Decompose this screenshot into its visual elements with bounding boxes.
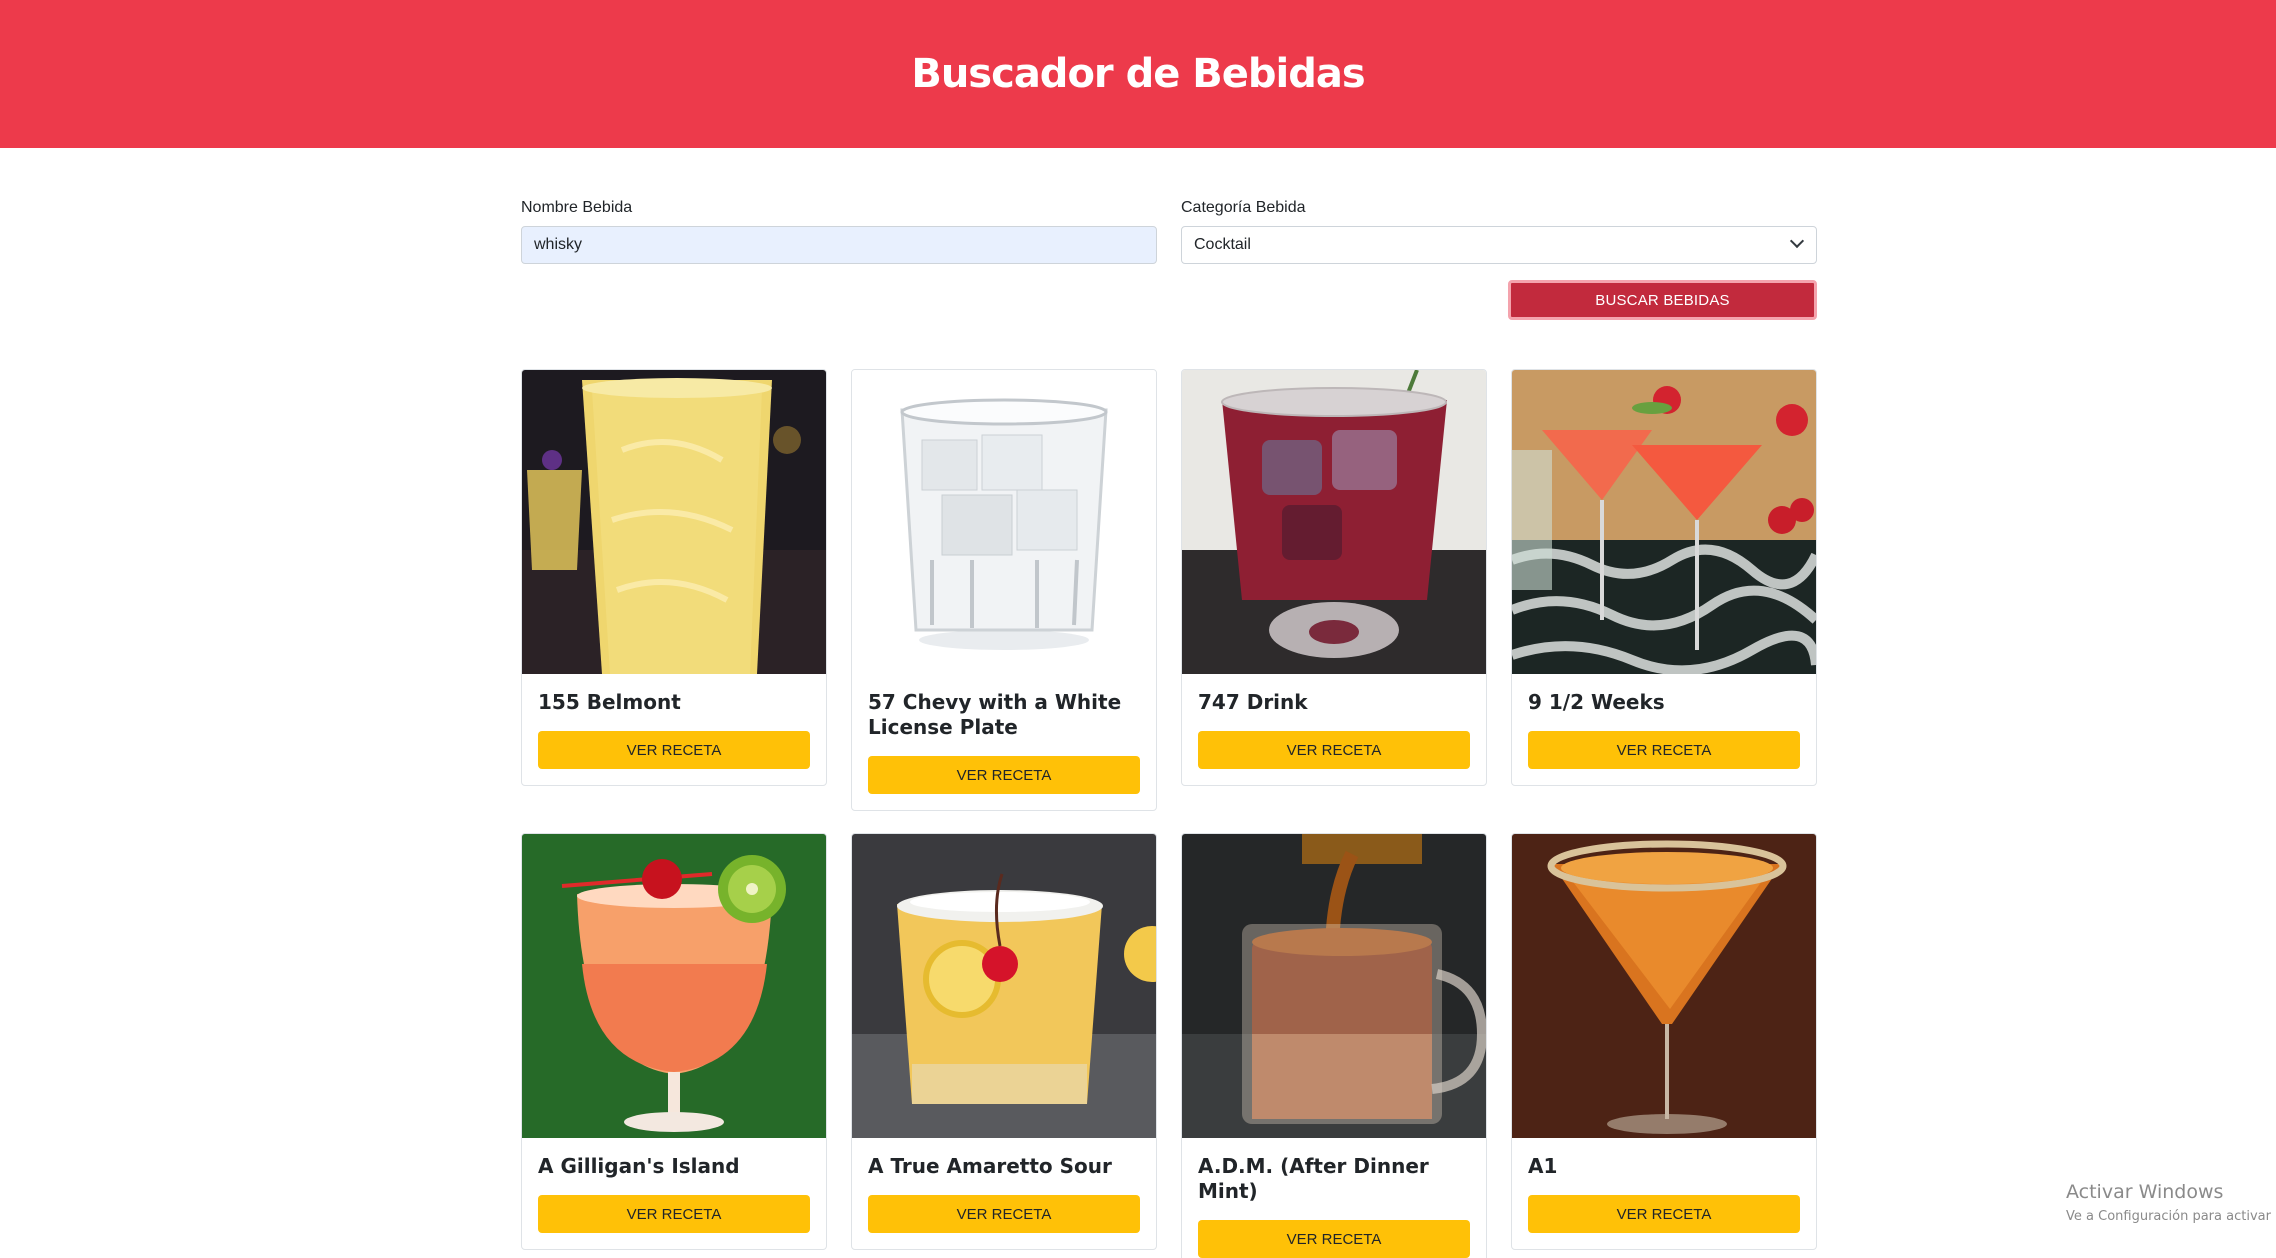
view-recipe-button[interactable]: Ver Receta [868,756,1140,794]
name-field: Nombre Bebida [521,196,1157,264]
drink-image [522,370,826,674]
view-recipe-button[interactable]: Ver Receta [538,1195,810,1233]
drink-name: 57 Chevy with a White License Plate [868,690,1122,739]
watermark-title: Activar Windows [2066,1181,2224,1203]
drink-name: 747 Drink [1198,690,1308,714]
drink-name: A True Amaretto Sour [868,1154,1112,1178]
view-recipe-button[interactable]: Ver Receta [1528,1195,1800,1233]
category-label: Categoría Bebida [1181,199,1306,216]
category-field: Categoría Bebida Cocktail [1181,196,1817,264]
drink-card: A.D.M. (After Dinner Mint) Ver Receta [1181,833,1487,1258]
drink-name-input[interactable] [521,226,1157,264]
drink-card: 9 1/2 Weeks Ver Receta [1511,369,1817,786]
drink-name: A.D.M. (After Dinner Mint) [1198,1154,1429,1203]
drink-name: A1 [1528,1154,1558,1178]
drink-image [1182,834,1486,1138]
drink-image [1512,370,1816,674]
view-recipe-button[interactable]: Ver Receta [1198,731,1470,769]
page-title: Buscador de Bebidas [911,51,1365,97]
drink-card: 747 Drink Ver Receta [1181,369,1487,786]
view-recipe-button[interactable]: Ver Receta [538,731,810,769]
category-select[interactable]: Cocktail [1181,226,1817,264]
drink-image [852,834,1156,1138]
drink-name: A Gilligan's Island [538,1154,740,1178]
drink-name: 155 Belmont [538,690,681,714]
category-selected-value: Cocktail [1194,236,1251,253]
drink-card: 57 Chevy with a White License Plate Ver … [851,369,1157,811]
name-label: Nombre Bebida [521,199,633,216]
view-recipe-button[interactable]: Ver Receta [868,1195,1140,1233]
drink-image [852,370,1156,674]
drink-image [1512,834,1816,1138]
watermark-subtitle: Ve a Configuración para activar [2066,1209,2271,1224]
drink-card: A1 Ver Receta [1511,833,1817,1250]
drink-card: A Gilligan's Island Ver Receta [521,833,827,1250]
view-recipe-button[interactable]: Ver Receta [1528,731,1800,769]
drink-image [1182,370,1486,674]
view-recipe-button[interactable]: Ver Receta [1198,1220,1470,1258]
drink-card: 155 Belmont Ver Receta [521,369,827,786]
windows-activation-watermark: Activar Windows Ve a Configuración para … [2066,1181,2271,1224]
site-header: Buscador de Bebidas [0,0,2276,148]
chevron-down-icon [1789,233,1805,249]
drink-name: 9 1/2 Weeks [1528,690,1665,714]
drink-card: A True Amaretto Sour Ver Receta [851,833,1157,1250]
search-button[interactable]: Buscar Bebidas [1508,280,1817,320]
drink-image [522,834,826,1138]
